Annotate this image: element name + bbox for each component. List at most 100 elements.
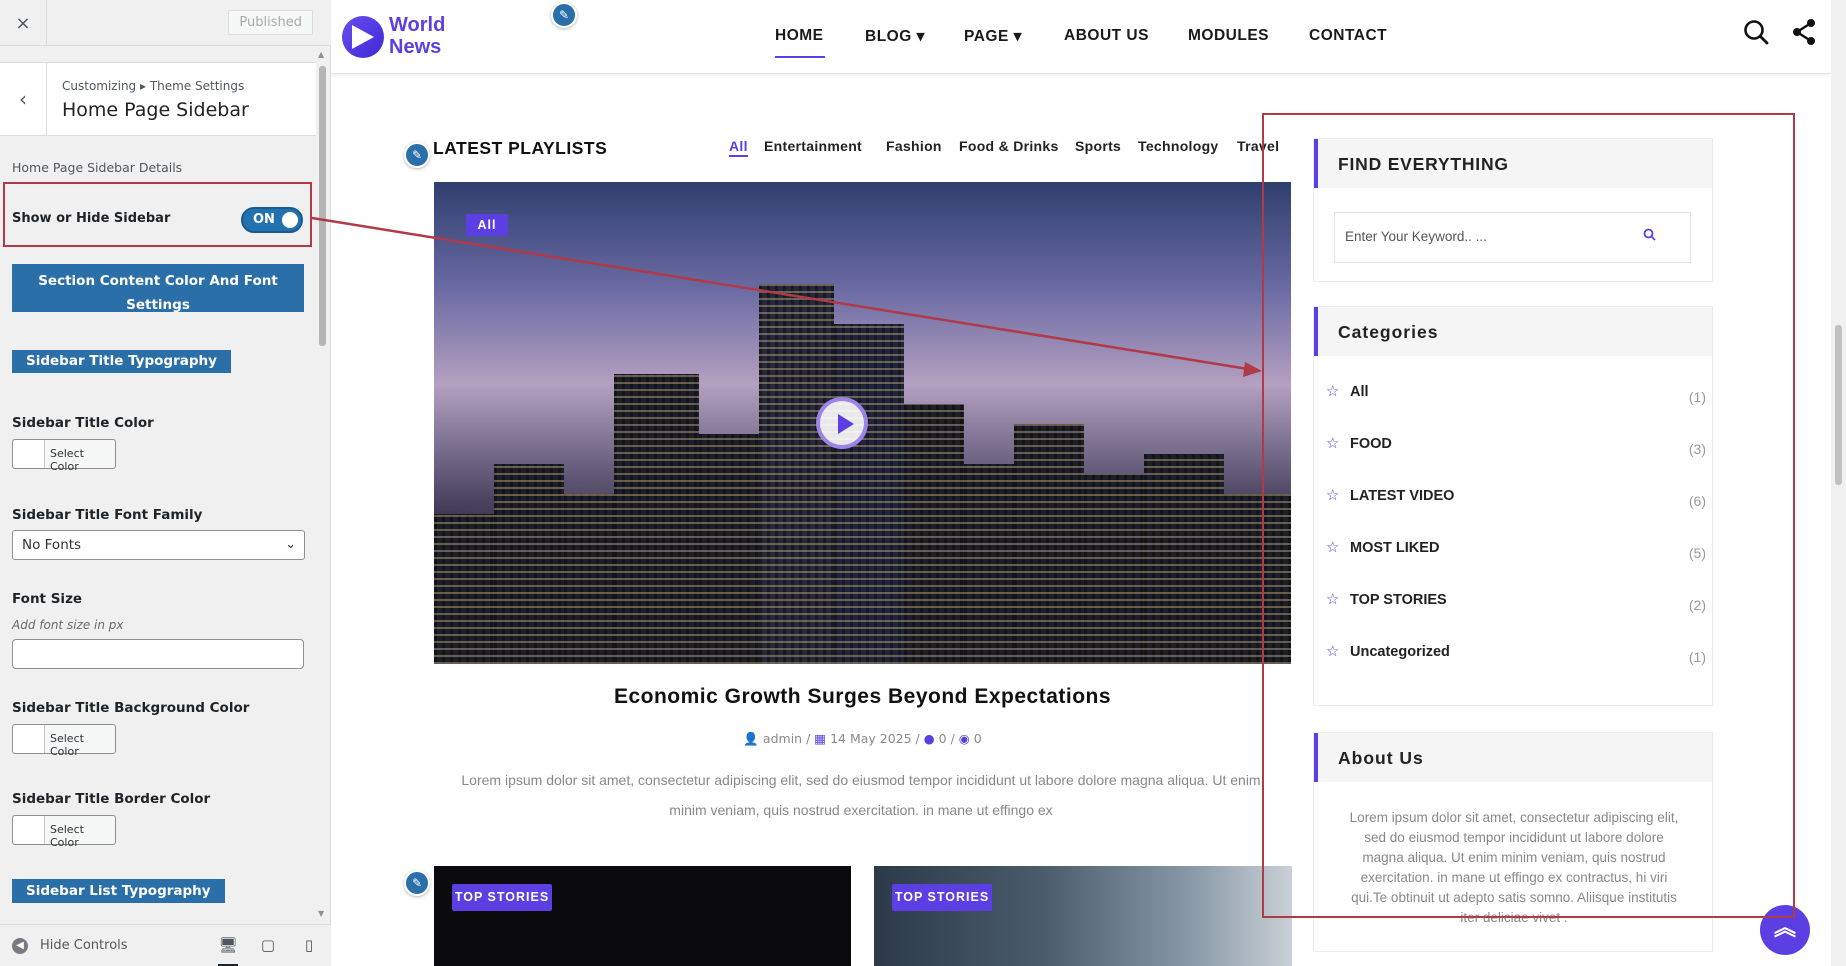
color-swatch bbox=[13, 725, 45, 753]
chevron-down-icon: ▾ bbox=[916, 28, 925, 45]
meta-comments: 0 bbox=[938, 731, 947, 746]
edit-pencil-icon[interactable]: ✎ bbox=[551, 2, 577, 28]
nav-page-label: PAGE bbox=[964, 28, 1009, 45]
font-family-label: Sidebar Title Font Family bbox=[12, 507, 203, 523]
sidebar-title-typography-button[interactable]: Sidebar Title Typography bbox=[12, 350, 231, 373]
site-logo[interactable]: World News bbox=[389, 14, 445, 58]
logo-line-2: News bbox=[389, 36, 442, 58]
meta-author[interactable]: admin bbox=[763, 731, 802, 746]
title-border-color-picker[interactable]: Select Color bbox=[12, 815, 116, 849]
font-family-value: No Fonts bbox=[22, 537, 82, 553]
toggle-knob bbox=[282, 212, 298, 228]
meta-date: 14 May 2025 bbox=[830, 731, 912, 746]
article-meta: 👤 admin / ▦ 14 May 2025 / ● 0 / ◉ 0 bbox=[743, 731, 982, 746]
logo-line-1: World bbox=[389, 14, 446, 36]
nav-blog[interactable]: BLOG ▾ bbox=[865, 27, 925, 46]
publish-button[interactable]: Published bbox=[228, 10, 313, 35]
font-size-input[interactable] bbox=[12, 639, 304, 669]
story-badge[interactable]: TOP STORIES bbox=[452, 884, 552, 911]
user-icon: 👤 bbox=[743, 731, 759, 746]
scroll-down-icon[interactable]: ▼ bbox=[318, 909, 324, 918]
playlists-heading: LATEST PLAYLISTS bbox=[433, 138, 608, 158]
edit-pencil-icon[interactable]: ✎ bbox=[404, 870, 430, 896]
article-excerpt: Lorem ipsum dolor sit amet, consectetur … bbox=[461, 772, 1261, 818]
play-icon[interactable] bbox=[816, 397, 868, 449]
story-card[interactable]: TOP STORIES bbox=[874, 866, 1292, 966]
eye-icon: ◉ bbox=[958, 731, 970, 746]
nav-blog-label: BLOG bbox=[865, 28, 912, 45]
section-title: Home Page Sidebar bbox=[62, 99, 249, 121]
breadcrumb: Customizing ▸ Theme Settings bbox=[62, 79, 245, 93]
desktop-preview-icon[interactable]: 🖥 bbox=[218, 936, 238, 966]
sidebar-title-color-label: Sidebar Title Color bbox=[12, 415, 154, 431]
details-label: Home Page Sidebar Details bbox=[12, 160, 183, 175]
building bbox=[494, 464, 564, 664]
building bbox=[614, 374, 699, 664]
color-swatch bbox=[13, 440, 45, 468]
section-content-color-button[interactable]: Section Content Color And Font Settings bbox=[12, 264, 304, 313]
building bbox=[434, 514, 494, 664]
section-header: ‹ Customizing ▸ Theme Settings Home Page… bbox=[0, 62, 318, 136]
mobile-preview-icon[interactable]: ▯ bbox=[299, 936, 319, 956]
nav-page[interactable]: PAGE ▾ bbox=[964, 27, 1022, 46]
building bbox=[1014, 424, 1084, 664]
customizer-top-bar: × Published bbox=[0, 0, 331, 46]
building bbox=[699, 434, 759, 664]
sidebar-list-typography-button[interactable]: Sidebar List Typography bbox=[12, 879, 225, 903]
select-color-label: Select Color bbox=[50, 447, 84, 473]
tab-sports[interactable]: Sports bbox=[1075, 138, 1121, 154]
story-card[interactable]: TOP STORIES bbox=[434, 866, 851, 966]
building bbox=[564, 494, 614, 664]
site-header: World News ✎ HOME BLOG ▾ PAGE ▾ ABOUT US… bbox=[331, 0, 1831, 74]
calendar-icon: ▦ bbox=[814, 731, 827, 746]
tab-fashion[interactable]: Fashion bbox=[886, 138, 942, 154]
tab-food-drinks[interactable]: Food & Drinks bbox=[959, 138, 1059, 154]
color-swatch bbox=[13, 816, 45, 844]
title-border-color-label: Sidebar Title Border Color bbox=[12, 791, 211, 807]
hide-controls-icon[interactable]: ◀ bbox=[12, 938, 28, 954]
logo-icon[interactable] bbox=[342, 16, 384, 58]
edit-pencil-icon[interactable]: ✎ bbox=[404, 142, 430, 168]
close-icon[interactable]: × bbox=[0, 0, 47, 46]
panel-scrollbar[interactable]: ▲ ▼ bbox=[316, 50, 329, 918]
customizer-panel: × Published ‹ Customizing ▸ Theme Settin… bbox=[0, 0, 331, 966]
hide-controls-button[interactable]: Hide Controls bbox=[40, 938, 128, 953]
building bbox=[964, 464, 1014, 664]
font-size-label: Font Size bbox=[12, 591, 83, 607]
customizer-footer: ◀ Hide Controls 🖥 ▢ ▯ bbox=[0, 924, 331, 966]
share-icon[interactable] bbox=[1791, 18, 1817, 53]
panel-scroll-thumb[interactable] bbox=[319, 66, 326, 346]
nav-active-underline bbox=[775, 56, 825, 58]
select-color-label: Select Color bbox=[50, 823, 84, 849]
preview-scrollbar[interactable] bbox=[1831, 0, 1846, 966]
tab-all[interactable]: All bbox=[729, 138, 748, 157]
scroll-up-icon[interactable]: ▲ bbox=[318, 50, 324, 59]
hero-category-badge[interactable]: All bbox=[466, 214, 508, 236]
article-title[interactable]: Economic Growth Surges Beyond Expectatio… bbox=[434, 685, 1291, 709]
search-icon[interactable] bbox=[1742, 18, 1770, 53]
font-family-select[interactable]: No Fonts ⌄ bbox=[12, 530, 305, 560]
building bbox=[1144, 454, 1224, 664]
story-badge[interactable]: TOP STORIES bbox=[892, 884, 992, 911]
chevron-down-icon: ⌄ bbox=[285, 537, 296, 552]
building bbox=[759, 284, 834, 664]
tablet-preview-icon[interactable]: ▢ bbox=[258, 936, 278, 956]
sidebar-title-color-picker[interactable]: Select Color bbox=[12, 439, 116, 473]
tab-technology[interactable]: Technology bbox=[1138, 138, 1219, 154]
show-hide-sidebar-label: Show or Hide Sidebar bbox=[12, 211, 171, 226]
nav-contact[interactable]: CONTACT bbox=[1309, 27, 1387, 45]
building bbox=[1084, 474, 1144, 664]
tab-entertainment[interactable]: Entertainment bbox=[764, 138, 862, 154]
back-icon[interactable]: ‹ bbox=[0, 63, 47, 135]
preview-scroll-thumb[interactable] bbox=[1835, 325, 1842, 485]
nav-home[interactable]: HOME bbox=[775, 27, 824, 45]
meta-views: 0 bbox=[973, 731, 982, 746]
building bbox=[904, 404, 964, 664]
show-hide-sidebar-toggle[interactable]: ON bbox=[241, 207, 303, 233]
nav-modules[interactable]: MODULES bbox=[1188, 27, 1269, 45]
title-bg-color-picker[interactable]: Select Color bbox=[12, 724, 116, 758]
nav-about[interactable]: ABOUT US bbox=[1064, 27, 1149, 45]
toggle-state-label: ON bbox=[253, 212, 275, 227]
font-size-hint: Add font size in px bbox=[12, 618, 124, 632]
comment-icon: ● bbox=[923, 731, 935, 746]
